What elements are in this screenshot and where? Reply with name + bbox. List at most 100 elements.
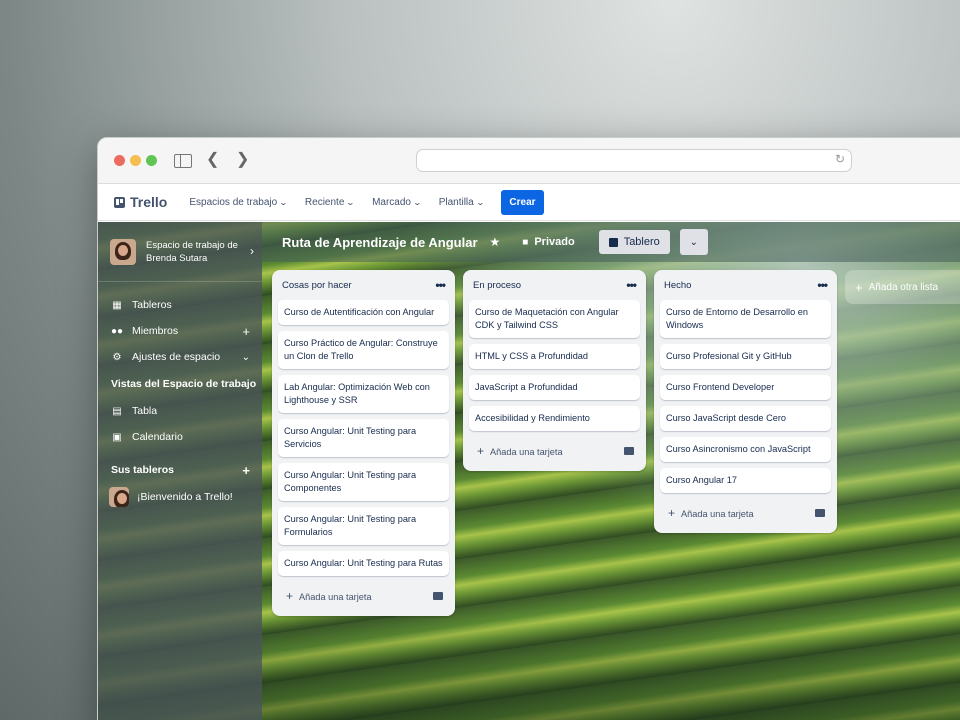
card[interactable]: Curso de Autentificación con Angular: [278, 300, 449, 325]
sidebar-item-calendar[interactable]: ▣ Calendario: [98, 424, 262, 450]
list-todo: Cosas por hacer ••• Curso de Autentifica…: [272, 270, 455, 616]
create-button[interactable]: Crear: [501, 189, 544, 215]
sidebar-toggle-icon[interactable]: [174, 154, 192, 168]
workspace-header[interactable]: Espacio de trabajo de Brenda Sutara ›: [98, 222, 262, 282]
more-icon[interactable]: •••: [626, 278, 637, 292]
card[interactable]: JavaScript a Profundidad: [469, 375, 640, 400]
more-icon[interactable]: •••: [435, 278, 446, 292]
address-bar[interactable]: ↻: [416, 149, 852, 172]
trello-icon: ▦: [112, 299, 122, 311]
trello-logo-icon: [114, 196, 125, 208]
card[interactable]: Curso de Entorno de Desarrollo en Window…: [660, 300, 831, 338]
boards-section-title: Sus tableros +: [98, 456, 262, 484]
board-thumbnail: [109, 487, 129, 507]
avatar: [110, 238, 136, 265]
list-header: Cosas por hacer •••: [278, 270, 449, 300]
card[interactable]: Curso Angular: Unit Testing para Compone…: [278, 463, 449, 501]
chevron-down-icon: ⌄: [278, 197, 289, 207]
members-icon: ●●: [111, 325, 124, 337]
add-card-button[interactable]: + Añada una tarjeta: [278, 582, 449, 610]
board-area: Espacio de trabajo de Brenda Sutara › ▦ …: [98, 222, 960, 720]
close-window-button[interactable]: [114, 155, 125, 166]
plus-icon: +: [855, 279, 863, 295]
sidebar-item-boards[interactable]: ▦ Tableros: [98, 292, 262, 318]
template-icon[interactable]: [815, 509, 825, 517]
card[interactable]: Curso Práctico de Angular: Construye un …: [278, 331, 449, 369]
trello-logo[interactable]: Trello: [114, 194, 167, 210]
trello-header: Trello Espacios de trabajo ⌄ Reciente ⌄ Ma…: [98, 184, 960, 221]
card[interactable]: Curso Angular: Unit Testing para Rutas: [278, 551, 449, 576]
chevron-down-icon: ⌄: [412, 197, 423, 207]
menu-label: Reciente: [304, 196, 345, 208]
list-header: Hecho •••: [660, 270, 831, 300]
plus-icon: +: [477, 444, 485, 458]
card[interactable]: Lab Angular: Optimización Web con Lighth…: [278, 375, 449, 413]
lock-icon: ■: [522, 236, 529, 248]
menu-workspaces[interactable]: Espacios de trabajo ⌄: [189, 196, 289, 208]
card[interactable]: Curso de Maquetación con Angular CDK y T…: [469, 300, 640, 338]
chevron-down-icon[interactable]: ⌄: [242, 352, 250, 363]
add-card-button[interactable]: + Añada una tarjeta: [660, 499, 831, 527]
visibility-button[interactable]: ■ Privado: [522, 236, 574, 248]
plus-icon: +: [668, 506, 676, 520]
calendar-icon: ▣: [112, 431, 122, 443]
sidebar-item-table[interactable]: ▤ Tabla: [98, 398, 262, 424]
menu-label: Espacios de trabajo: [189, 196, 278, 208]
maximize-window-button[interactable]: [146, 155, 157, 166]
sidebar-item-members[interactable]: ●● Miembros +: [98, 318, 262, 344]
list-title[interactable]: Cosas por hacer: [282, 280, 352, 291]
sidebar-item-label: Tabla: [132, 405, 158, 417]
chevron-down-icon[interactable]: ⌄: [679, 229, 708, 255]
card[interactable]: Curso Angular 17: [660, 468, 831, 493]
list-title[interactable]: Hecho: [664, 280, 691, 291]
plus-icon: +: [286, 589, 294, 603]
add-list-label: Añada otra lista: [868, 281, 939, 293]
sidebar-item-settings[interactable]: ⚙ Ajustes de espacio ⌄: [98, 344, 262, 370]
menu-recent[interactable]: Reciente ⌄: [304, 196, 356, 208]
menu-templates[interactable]: Plantilla ⌄: [438, 196, 485, 208]
sidebar-board-welcome[interactable]: ¡Bienvenido a Trello!: [98, 484, 262, 510]
browser-window: ❮ ❯ ↻ Trello Espacios de trabajo ⌄ Recien…: [97, 137, 960, 720]
reload-icon[interactable]: ↻: [835, 152, 845, 166]
card[interactable]: Curso Asincronismo con JavaScript: [660, 437, 831, 462]
visibility-label: Privado: [534, 236, 575, 248]
sidebar-item-label: Miembros: [132, 325, 179, 337]
board-view-button[interactable]: Tablero: [598, 230, 670, 254]
more-icon[interactable]: •••: [817, 278, 828, 292]
card[interactable]: HTML y CSS a Profundidad: [469, 344, 640, 369]
card[interactable]: Curso Angular: Unit Testing para Formula…: [278, 507, 449, 545]
add-list-button[interactable]: + Añada otra lista: [845, 270, 960, 304]
chevron-down-icon: ⌄: [475, 197, 485, 207]
card[interactable]: Curso JavaScript desde Cero: [660, 406, 831, 431]
add-member-icon[interactable]: +: [242, 324, 250, 339]
card[interactable]: Curso Frontend Developer: [660, 375, 831, 400]
board-title[interactable]: Ruta de Aprendizaje de Angular: [282, 235, 478, 250]
add-board-icon[interactable]: +: [242, 463, 250, 478]
list-title[interactable]: En proceso: [473, 280, 521, 291]
add-card-label: Añada una tarjeta: [299, 592, 372, 602]
menu-starred[interactable]: Marcado ⌄: [372, 197, 423, 208]
section-label: Sus tableros: [111, 464, 175, 476]
logo-text: Trello: [130, 194, 168, 210]
add-card-label: Añada una tarjeta: [681, 509, 754, 519]
chevron-right-icon[interactable]: ›: [250, 244, 254, 258]
views-section-title: Vistas del Espacio de trabajo: [111, 378, 257, 390]
table-icon: ▤: [112, 405, 122, 417]
card[interactable]: Accesibilidad y Rendimiento: [469, 406, 640, 431]
card[interactable]: Curso Profesional Git y GitHub: [660, 344, 831, 369]
template-icon[interactable]: [624, 447, 634, 455]
template-icon[interactable]: [433, 592, 443, 600]
list-header: En proceso •••: [469, 270, 640, 300]
gear-icon: ⚙: [112, 351, 122, 363]
sidebar-item-label: Ajustes de espacio: [132, 351, 221, 363]
menu-label: Plantilla: [438, 196, 474, 208]
board-name: ¡Bienvenido a Trello!: [137, 491, 233, 503]
minimize-window-button[interactable]: [130, 155, 141, 166]
board-header: Ruta de Aprendizaje de Angular ★ ■ Priva…: [262, 222, 960, 262]
add-card-button[interactable]: + Añada una tarjeta: [469, 437, 640, 465]
card[interactable]: Curso Angular: Unit Testing para Servici…: [278, 419, 449, 457]
forward-icon[interactable]: ❯: [236, 150, 249, 170]
view-label: Tablero: [623, 236, 660, 248]
star-icon[interactable]: ★: [490, 235, 501, 249]
back-icon[interactable]: ❮: [206, 150, 219, 170]
